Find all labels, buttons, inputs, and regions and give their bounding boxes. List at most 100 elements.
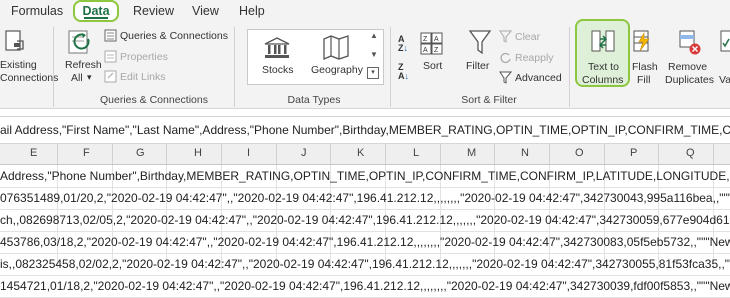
column-divider	[440, 144, 441, 164]
column-divider	[604, 144, 605, 164]
sort-za-icon: Z A↓	[398, 62, 409, 81]
edit-links-label: Edit Links	[120, 71, 166, 83]
existing-connections-icon	[5, 30, 24, 51]
bank-icon	[264, 37, 290, 58]
existing-label-1: Existing	[0, 59, 37, 71]
properties-icon	[104, 50, 117, 63]
cell-text: ch,,082698713,02/05,2,"2020-02-19 04:42:…	[0, 213, 730, 227]
tab-review[interactable]: Review	[133, 4, 174, 18]
reapply-icon	[500, 52, 511, 64]
column-divider	[330, 144, 331, 164]
column-divider	[385, 144, 386, 164]
map-icon	[323, 35, 349, 60]
remove-duplicates-icon	[679, 30, 701, 55]
table-row[interactable]: 453786,03/18,2,"2020-02-19 04:42:47",,"2…	[0, 231, 730, 254]
column-header[interactable]: O	[575, 147, 584, 159]
flash-fill-icon	[633, 30, 650, 52]
all-label: All	[71, 72, 83, 84]
tab-data[interactable]: Data	[73, 0, 119, 22]
sort-icon: Z A A Z	[420, 32, 443, 55]
separator	[569, 27, 570, 107]
column-header[interactable]: K	[357, 147, 364, 159]
column-header[interactable]: P	[630, 147, 637, 159]
formula-bar[interactable]: ail Address,"First Name","Last Name",Add…	[0, 116, 730, 144]
sort-label: Sort	[423, 60, 443, 72]
validation-label: Val	[719, 74, 730, 86]
column-header[interactable]: Q	[686, 147, 695, 159]
geography-label: Geography	[311, 64, 363, 76]
edit-links-icon	[104, 70, 117, 83]
svg-text:Z: Z	[423, 36, 428, 43]
column-header-bar: E F G H I J K L M N O P Q	[0, 144, 730, 165]
clear-filter-icon	[499, 30, 512, 43]
column-divider	[713, 144, 714, 164]
remove-label: Remove	[668, 61, 708, 73]
svg-text:Z: Z	[434, 47, 439, 54]
column-divider	[549, 144, 550, 164]
svg-text:A: A	[434, 36, 439, 43]
cell-text: 076351489,01/20,2,"2020-02-19 04:42:47",…	[0, 191, 730, 205]
stocks-label: Stocks	[262, 64, 294, 76]
column-divider	[57, 144, 58, 164]
separator	[390, 27, 391, 107]
column-header[interactable]: E	[30, 147, 37, 159]
more-icon: ▾	[367, 67, 379, 79]
text-to-label: Text to	[588, 61, 619, 73]
refresh-label: Refresh	[65, 59, 102, 71]
column-header[interactable]: N	[521, 147, 529, 159]
column-header[interactable]: J	[301, 147, 307, 159]
existing-label-2: Connections	[0, 72, 59, 84]
column-header[interactable]: I	[247, 147, 250, 159]
table-row[interactable]: 1454721,01/18,2,"2020-02-19 04:42:47",,"…	[0, 275, 730, 298]
filter-label: Filter	[466, 60, 490, 72]
column-divider	[166, 144, 167, 164]
tab-formulas[interactable]: Formulas	[11, 4, 63, 18]
fill-label: Fill	[637, 74, 651, 86]
column-divider	[276, 144, 277, 164]
ribbon: Existing Connections Refresh All ▾ Queri…	[0, 19, 730, 109]
svg-text:A: A	[423, 47, 428, 54]
queries-connections-icon	[104, 29, 117, 42]
table-row[interactable]: is,,082325458,02/02,2,"2020-02-19 04:42:…	[0, 253, 730, 276]
filter-icon	[468, 30, 492, 55]
group-label-queries: Queries & Connections	[100, 94, 208, 106]
column-divider	[658, 144, 659, 164]
scroll-down-icon: ▼	[370, 50, 378, 59]
cell-text: 453786,03/18,2,"2020-02-19 04:42:47",,"2…	[0, 235, 730, 249]
tab-help[interactable]: Help	[239, 4, 265, 18]
clear-label: Clear	[515, 31, 541, 43]
formula-bar-text: ail Address,"First Name","Last Name",Add…	[0, 123, 730, 137]
tab-view[interactable]: View	[192, 4, 219, 18]
cell-text: 1454721,01/18,2,"2020-02-19 04:42:47",,"…	[0, 279, 730, 293]
advanced-filter-icon	[499, 71, 512, 84]
advanced-label: Advanced	[515, 72, 562, 84]
chevron-down-icon: ▾	[87, 72, 92, 82]
column-divider	[112, 144, 113, 164]
queries-connections-label: Queries & Connections	[120, 30, 228, 42]
duplicates-label: Duplicates	[665, 74, 715, 86]
table-row[interactable]: Address,"Phone Number",Birthday,MEMBER_R…	[0, 165, 730, 188]
sort-az-icon: A Z↓	[398, 34, 408, 53]
table-row[interactable]: 076351489,01/20,2,"2020-02-19 04:42:47",…	[0, 187, 730, 210]
column-header[interactable]: F	[83, 147, 90, 159]
column-divider	[494, 144, 495, 164]
separator	[53, 27, 54, 107]
data-validation-icon	[720, 30, 730, 52]
column-header[interactable]: G	[136, 147, 145, 159]
column-header[interactable]: L	[413, 147, 419, 159]
reapply-label: Reapply	[515, 52, 554, 64]
column-divider	[221, 144, 222, 164]
group-label-data-types: Data Types	[287, 94, 341, 106]
column-header[interactable]: M	[467, 147, 476, 159]
cell-text: Address,"Phone Number",Birthday,MEMBER_R…	[0, 169, 730, 183]
flash-label: Flash	[632, 61, 658, 73]
column-header[interactable]: H	[194, 147, 202, 159]
refresh-icon	[68, 30, 90, 54]
table-row[interactable]: ch,,082698713,02/05,2,"2020-02-19 04:42:…	[0, 209, 730, 232]
group-label-sort-filter: Sort & Filter	[461, 94, 517, 106]
text-to-columns-icon	[591, 30, 615, 52]
properties-label: Properties	[120, 51, 168, 63]
separator	[234, 27, 235, 107]
scroll-up-icon: ▲	[370, 31, 378, 40]
columns-label: Columns	[582, 74, 624, 86]
